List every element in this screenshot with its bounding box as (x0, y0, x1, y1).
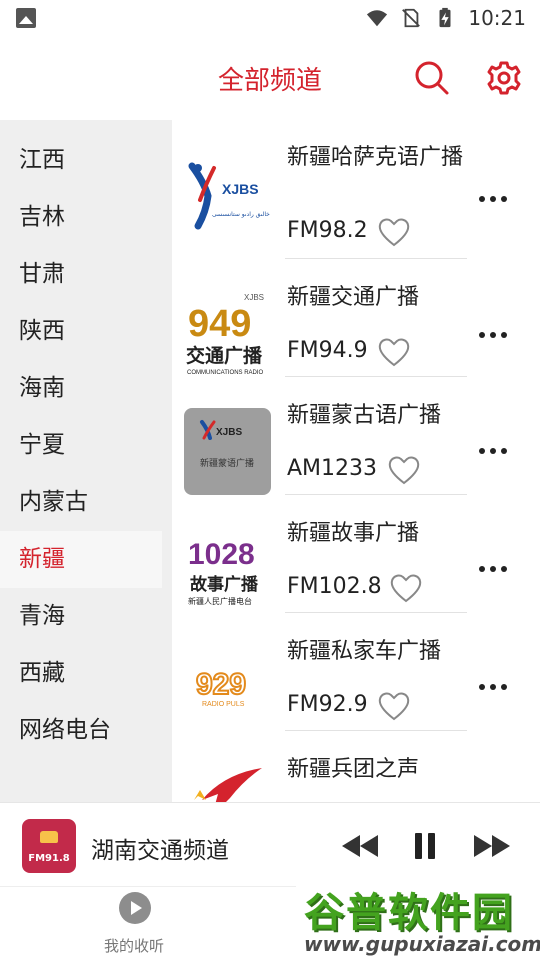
logo-subtext: 故事广播 (190, 574, 259, 595)
station-list: XJBS شىنجاڭ خالىق رادىو ستانسىسى 新疆哈萨克语广… (172, 120, 540, 802)
station-row[interactable]: XJBS شىنجاڭ خالىق رادىو ستانسىسى 新疆哈萨克语广… (172, 120, 540, 259)
sidebar-item-jiangxi[interactable]: 江西 (0, 132, 162, 189)
logo-top-text: XJBS (244, 293, 264, 302)
row-divider (285, 730, 467, 731)
station-frequency: FM98.2 (287, 218, 368, 243)
station-name: 新疆私家车广播 (287, 639, 442, 664)
clock: 10:21 (468, 6, 526, 30)
logo-foot-text: 新疆人民广播电台 (188, 596, 252, 606)
logo-text: 929 (196, 668, 246, 701)
wifi-icon (367, 10, 388, 27)
crown-icon (40, 831, 58, 843)
sidebar-item-gansu[interactable]: 甘肃 (0, 246, 162, 303)
station-logo-story: 1028 故事广播 新疆人民广播电台 (184, 524, 271, 611)
logo-foot-text: COMMUNICATIONS RADIO (187, 370, 264, 376)
favorite-heart-icon[interactable] (387, 454, 421, 486)
station-logo-private-car: 929 RADIO PULS (184, 642, 271, 729)
more-options-icon[interactable] (478, 564, 508, 574)
sidebar-item-qinghai[interactable]: 青海 (0, 588, 162, 645)
station-name: 新疆蒙古语广播 (287, 403, 442, 428)
station-row[interactable]: 929 RADIO PULS 新疆私家车广播 FM92.9 (172, 614, 540, 732)
logo-subtext: 交通广播 (186, 344, 263, 367)
pause-icon[interactable] (412, 831, 438, 861)
more-options-icon[interactable] (478, 330, 508, 340)
station-logo-traffic: XJBS 949 交通广播 COMMUNICATIONS RADIO (184, 290, 271, 377)
station-name: 新疆交通广播 (287, 285, 420, 310)
watermark-title: 谷普软件园 (304, 890, 514, 936)
station-name: 新疆兵团之声 (287, 757, 420, 782)
favorite-heart-icon[interactable] (377, 216, 411, 248)
station-row[interactable]: 新疆兵团之声 (172, 732, 540, 802)
logo-text: XJBS (222, 181, 259, 197)
station-row[interactable]: XJBS 949 交通广播 COMMUNICATIONS RADIO 新疆交通广… (172, 260, 540, 378)
row-divider (285, 258, 467, 259)
logo-subtext: RADIO PULS (202, 701, 245, 708)
logo-subtext: 新疆蒙语广播 (200, 457, 254, 469)
more-options-icon[interactable] (478, 682, 508, 692)
favorite-heart-icon[interactable] (377, 690, 411, 722)
station-logo-kazakh: XJBS شىنجاڭ خالىق رادىو ستانسىسى (184, 152, 271, 239)
sidebar-item-internet-radio[interactable]: 网络电台 (0, 702, 162, 759)
station-name: 新疆故事广播 (287, 521, 420, 546)
settings-gear-icon[interactable] (486, 60, 522, 96)
row-divider (285, 612, 467, 613)
station-logo-mongolian: XJBS 新疆蒙语广播 (184, 408, 271, 495)
cover-text: FM91.8 (28, 853, 70, 864)
no-sim-icon (402, 8, 421, 28)
previous-icon[interactable] (340, 831, 380, 861)
sidebar-item-shaanxi[interactable]: 陕西 (0, 303, 162, 360)
favorite-heart-icon[interactable] (377, 336, 411, 368)
logo-text: XJBS (216, 427, 242, 438)
station-name: 新疆哈萨克语广播 (287, 145, 464, 170)
sidebar-item-hainan[interactable]: 海南 (0, 360, 162, 417)
station-row[interactable]: 1028 故事广播 新疆人民广播电台 新疆故事广播 FM102.8 (172, 496, 540, 614)
top-bar: 全部频道 (0, 36, 540, 120)
sidebar-item-neimenggu[interactable]: 内蒙古 (0, 474, 162, 531)
status-icons: 10:21 (366, 6, 526, 30)
station-logo-bingtuan (184, 760, 271, 802)
station-row[interactable]: XJBS 新疆蒙语广播 新疆蒙古语广播 AM1233 (172, 378, 540, 496)
now-playing-title: 湖南交通频道 (91, 838, 229, 864)
battery-charging-icon (439, 7, 451, 28)
page-title: 全部频道 (217, 66, 322, 96)
station-frequency: FM94.9 (287, 338, 368, 363)
station-frequency: AM1233 (287, 456, 378, 481)
watermark-url: www.gupuxiazai.com (304, 932, 540, 956)
sidebar-item-jilin[interactable]: 吉林 (0, 189, 162, 246)
search-icon[interactable] (414, 60, 450, 96)
sidebar-item-xinjiang[interactable]: 新疆 (0, 531, 162, 588)
play-circle-icon[interactable] (119, 892, 151, 924)
logo-subtext: شىنجاڭ خالىق رادىو ستانسىسى (212, 210, 271, 218)
sidebar-item-ningxia[interactable]: 宁夏 (0, 417, 162, 474)
gallery-notification-icon (16, 8, 36, 28)
station-frequency: FM102.8 (287, 574, 382, 599)
tab-my-listening[interactable]: 我的收听 (104, 935, 164, 956)
logo-text: 1028 (188, 538, 255, 571)
row-divider (285, 494, 467, 495)
row-divider (285, 376, 467, 377)
watermark: 谷普软件园 www.gupuxiazai.com (296, 874, 540, 960)
favorite-heart-icon[interactable] (389, 572, 423, 604)
sidebar-item-xizang[interactable]: 西藏 (0, 645, 162, 702)
status-bar: 10:21 (0, 0, 540, 36)
station-frequency: FM92.9 (287, 692, 368, 717)
province-sidebar: 江西 吉林 甘肃 陕西 海南 宁夏 内蒙古 新疆 青海 西藏 网络电台 (0, 120, 172, 802)
now-playing-cover[interactable]: FM91.8 (22, 819, 76, 873)
logo-text: 949 (188, 303, 251, 345)
more-options-icon[interactable] (478, 446, 508, 456)
next-icon[interactable] (472, 831, 512, 861)
more-options-icon[interactable] (478, 194, 508, 204)
